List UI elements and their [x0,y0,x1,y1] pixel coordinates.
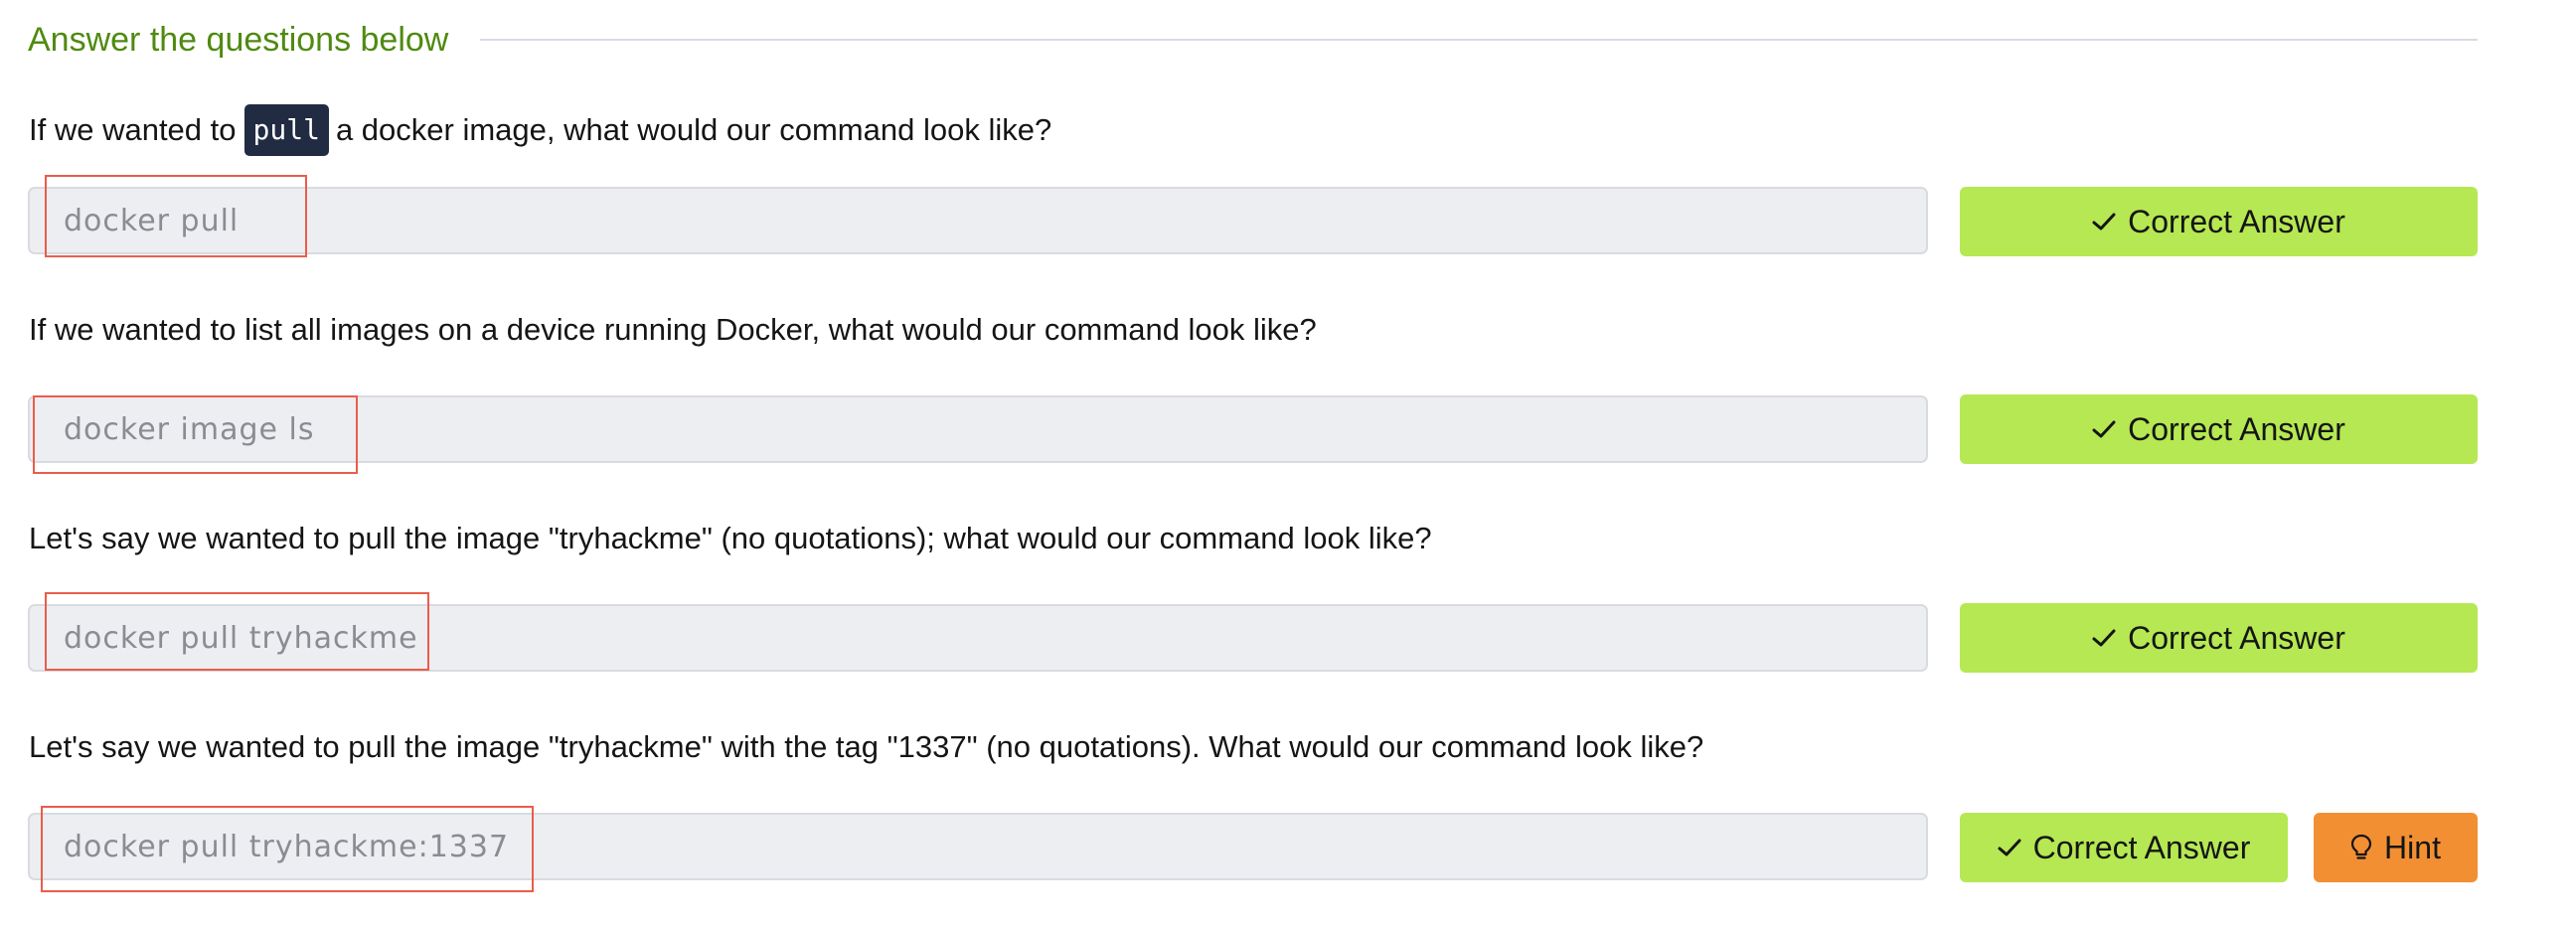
question-2-text: If we wanted to list all images on a dev… [29,312,1317,347]
question-1-text-before: If we wanted to [29,112,237,147]
question-4-hint-button[interactable]: Hint [2314,813,2478,882]
question-1-answer-input[interactable] [28,187,1928,254]
check-icon [2092,212,2116,232]
section-header: Answer the questions below [28,16,2478,64]
check-icon [2092,628,2116,648]
question-1-code: pull [243,104,329,156]
correct-answer-label: Correct Answer [2128,203,2345,239]
check-icon [1998,838,2021,857]
lightbulb-icon [2350,834,2372,861]
answer-questions-panel: Answer the questions below If we wanted … [0,0,2576,930]
question-1-text: If we wanted to pull a docker image, wha… [29,104,1051,156]
question-4-answer-input[interactable] [28,813,1928,880]
question-1-correct-answer-button[interactable]: Correct Answer [1960,187,2478,256]
question-1-text-after: a docker image, what would our command l… [335,112,1052,147]
correct-answer-label: Correct Answer [2128,410,2345,447]
correct-answer-label: Correct Answer [2128,619,2345,656]
question-2-answer-input[interactable] [28,395,1928,463]
question-2-correct-answer-button[interactable]: Correct Answer [1960,394,2478,464]
question-4-text: Let's say we wanted to pull the image "t… [29,729,1704,764]
section-title: Answer the questions below [28,20,449,59]
section-divider [480,39,2478,41]
question-3-text: Let's say we wanted to pull the image "t… [29,521,1432,555]
hint-label: Hint [2384,829,2441,865]
question-4-correct-answer-button[interactable]: Correct Answer [1960,813,2288,882]
check-icon [2092,419,2116,439]
question-3-answer-input[interactable] [28,604,1928,672]
correct-answer-label: Correct Answer [2032,829,2251,865]
question-3-correct-answer-button[interactable]: Correct Answer [1960,603,2478,673]
